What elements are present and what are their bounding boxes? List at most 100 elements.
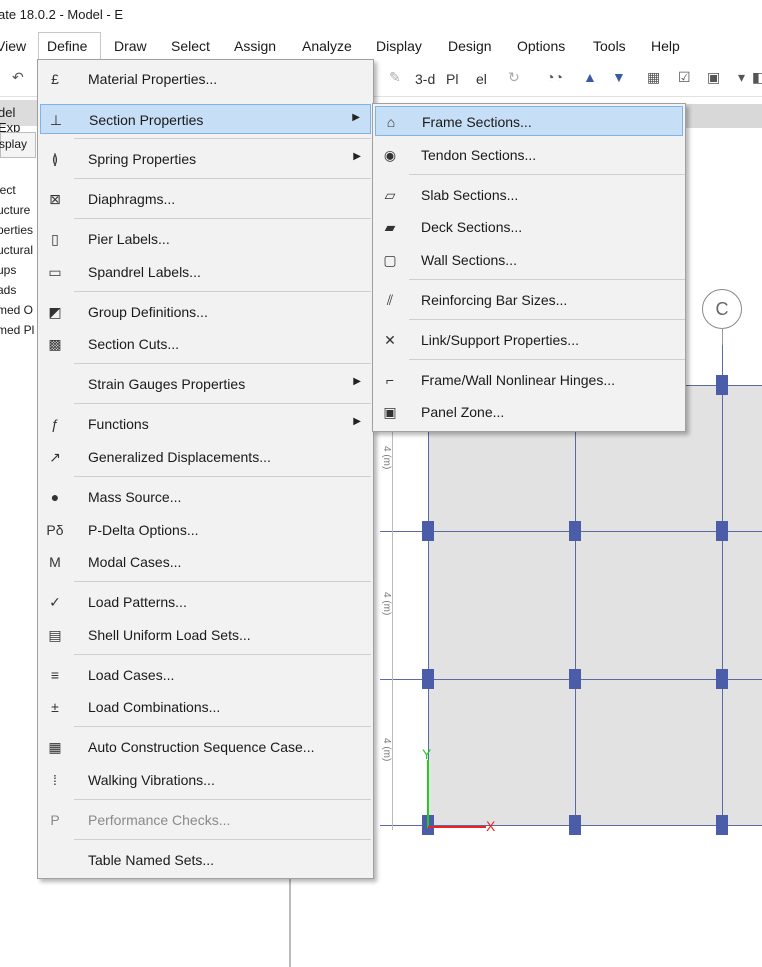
grid-select-icon[interactable]: ▦ — [647, 69, 660, 86]
menu-item-pier-labels[interactable]: ▯ Pier Labels... — [40, 224, 371, 254]
deck-icon: ▰ — [384, 219, 396, 235]
menu-item-group-definitions[interactable]: ◩ Group Definitions... — [40, 297, 371, 327]
menu-item-functions[interactable]: ƒ Functions ▶ — [40, 409, 371, 439]
tree-item[interactable]: ucture — [0, 200, 34, 220]
modal-icon: M — [49, 554, 61, 570]
submenu-arrow-icon: ▶ — [353, 151, 361, 162]
move-down-icon[interactable]: ▼ — [612, 69, 626, 85]
group-icon: ◩ — [48, 304, 62, 320]
rotate-icon[interactable]: ↻ — [508, 69, 520, 86]
tree-item[interactable]: med Pl — [0, 320, 34, 340]
submenu-item-link-support-properties[interactable]: ✕ Link/Support Properties... — [375, 325, 683, 355]
checkbox-icon[interactable]: ☑ — [678, 69, 691, 86]
column[interactable] — [716, 815, 728, 835]
column[interactable] — [569, 521, 581, 541]
submenu-item-frame-sections[interactable]: ⌂ Frame Sections... — [375, 106, 683, 136]
view-elev-button[interactable]: el — [476, 71, 487, 87]
window-title: ate 18.0.2 - Model - E — [0, 7, 124, 22]
menu-item-modal-cases[interactable]: M Modal Cases... — [40, 547, 371, 577]
submenu-item-nonlinear-hinges[interactable]: ⌐ Frame/Wall Nonlinear Hinges... — [375, 365, 683, 395]
menu-tools[interactable]: Tools — [593, 38, 626, 54]
tree-item[interactable]: ads — [0, 280, 34, 300]
tree-item[interactable]: ups — [0, 260, 34, 280]
menu-define[interactable]: Define — [38, 32, 101, 60]
tree-item[interactable]: perties — [0, 220, 34, 240]
menu-item-spring-properties[interactable]: ≬ Spring Properties ▶ — [40, 144, 371, 174]
menu-item-material-properties[interactable]: £ Material Properties... — [40, 64, 371, 94]
section-cut-icon: ▩ — [48, 336, 62, 352]
tree-item[interactable]: med O — [0, 300, 34, 320]
menu-item-section-properties[interactable]: ⊥ Section Properties ▶ — [40, 104, 371, 134]
functions-icon: ƒ — [51, 416, 59, 432]
diaphragm-icon: ⊠ — [49, 191, 61, 207]
load-case-icon: ≡ — [50, 667, 60, 683]
submenu-arrow-icon: ▶ — [353, 416, 361, 427]
tendon-icon: ◉ — [383, 147, 397, 163]
submenu-item-deck-sections[interactable]: ▰ Deck Sections... — [375, 212, 683, 242]
menu-item-section-cuts[interactable]: ▩ Section Cuts... — [40, 329, 371, 359]
more-view-icon[interactable]: ◧ — [752, 69, 762, 86]
link-icon: ✕ — [384, 332, 396, 348]
dropdown-icon[interactable]: ▾ — [738, 69, 745, 86]
menu-item-diaphragms[interactable]: ⊠ Diaphragms... — [40, 184, 371, 214]
wall-icon: ▢ — [383, 252, 397, 268]
dimension-line — [392, 390, 393, 830]
menu-design[interactable]: Design — [448, 38, 492, 54]
column[interactable] — [569, 815, 581, 835]
box-view-icon[interactable]: ▣ — [707, 69, 720, 86]
section-icon: ⊥ — [49, 112, 63, 128]
tree-item[interactable]: ject — [0, 180, 34, 200]
menu-options[interactable]: Options — [517, 38, 565, 54]
menu-item-mass-source[interactable]: ● Mass Source... — [40, 482, 371, 512]
spring-icon: ≬ — [51, 151, 59, 167]
submenu-item-wall-sections[interactable]: ▢ Wall Sections... — [375, 245, 683, 275]
menu-item-strain-gauges[interactable]: Strain Gauges Properties ▶ — [40, 369, 371, 399]
submenu-item-panel-zone[interactable]: ▣ Panel Zone... — [375, 397, 683, 427]
view-3d-button[interactable]: 3-d — [415, 71, 435, 87]
section-properties-submenu: ⌂ Frame Sections... ◉ Tendon Sections...… — [372, 103, 686, 432]
material-icon: £ — [51, 71, 59, 87]
menu-view[interactable]: View — [0, 38, 26, 54]
column[interactable] — [569, 669, 581, 689]
menu-item-auto-construction-sequence[interactable]: ▦ Auto Construction Sequence Case... — [40, 732, 371, 762]
submenu-item-reinforcing-bar-sizes[interactable]: ⫽ Reinforcing Bar Sizes... — [375, 285, 683, 315]
tree-item[interactable]: uctural — [0, 240, 34, 260]
model-explorer-tab[interactable]: del Exp — [0, 100, 40, 135]
glasses-icon[interactable]: ◔◔ — [546, 69, 563, 85]
menu-item-table-named-sets[interactable]: Table Named Sets... — [40, 845, 371, 875]
menu-item-load-combinations[interactable]: ± Load Combinations... — [40, 692, 371, 722]
menu-item-shell-uniform-load-sets[interactable]: ▤ Shell Uniform Load Sets... — [40, 620, 371, 650]
menu-assign[interactable]: Assign — [234, 38, 276, 54]
display-button[interactable]: splay — [0, 132, 36, 158]
pdelta-icon: Pδ — [46, 522, 64, 538]
x-axis-label: X — [486, 818, 496, 834]
menu-item-load-patterns[interactable]: ✓ Load Patterns... — [40, 587, 371, 617]
submenu-item-tendon-sections[interactable]: ◉ Tendon Sections... — [375, 140, 683, 170]
column[interactable] — [422, 521, 434, 541]
menu-analyze[interactable]: Analyze — [302, 38, 352, 54]
model-view-header — [683, 104, 762, 128]
column[interactable] — [716, 521, 728, 541]
column[interactable] — [716, 375, 728, 395]
menu-display[interactable]: Display — [376, 38, 422, 54]
spandrel-icon: ▭ — [48, 264, 62, 280]
move-up-icon[interactable]: ▲ — [583, 69, 597, 85]
pen-icon[interactable]: ✎ — [389, 69, 401, 86]
menu-select[interactable]: Select — [171, 38, 210, 54]
menu-item-pdelta-options[interactable]: Pδ P-Delta Options... — [40, 515, 371, 545]
undo-icon[interactable]: ↶ — [12, 69, 24, 86]
menu-draw[interactable]: Draw — [114, 38, 147, 54]
displacement-icon: ↗ — [49, 449, 61, 465]
performance-icon: P — [50, 812, 60, 828]
view-plan-button[interactable]: Pl — [446, 71, 458, 87]
column[interactable] — [716, 669, 728, 689]
menu-item-load-cases[interactable]: ≡ Load Cases... — [40, 660, 371, 690]
menu-item-walking-vibrations[interactable]: ⁞ Walking Vibrations... — [40, 765, 371, 795]
submenu-item-slab-sections[interactable]: ▱ Slab Sections... — [375, 180, 683, 210]
column[interactable] — [422, 669, 434, 689]
menu-help[interactable]: Help — [651, 38, 680, 54]
floor-area — [428, 385, 762, 825]
menu-item-generalized-displacements[interactable]: ↗ Generalized Displacements... — [40, 442, 371, 472]
menu-item-spandrel-labels[interactable]: ▭ Spandrel Labels... — [40, 257, 371, 287]
hinge-icon: ⌐ — [385, 372, 395, 388]
